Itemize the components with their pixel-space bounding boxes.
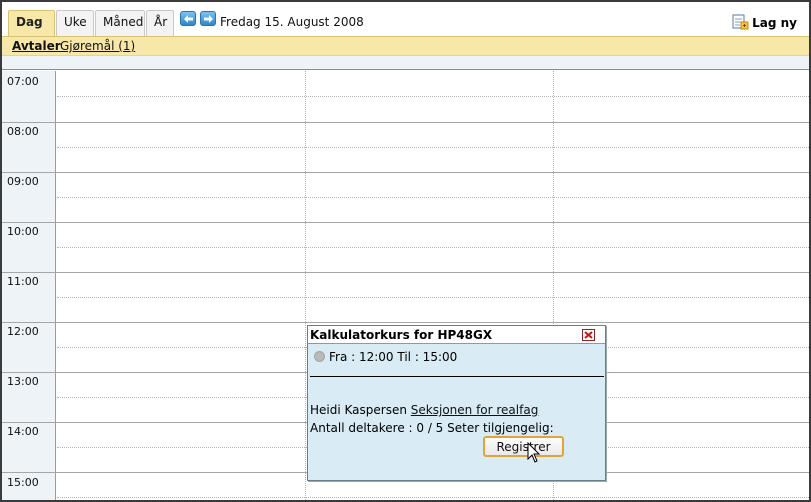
participants-text: Antall deltakere : 0 / 5 Seter tilgjenge… (310, 421, 554, 435)
hour-line (2, 122, 809, 123)
half-hour-line (57, 147, 809, 148)
tab-month[interactable]: Måned (95, 10, 145, 36)
close-icon[interactable] (582, 329, 595, 341)
hour-label: 11:00 (7, 275, 39, 288)
hour-line (2, 272, 809, 273)
tab-week[interactable]: Uke (56, 10, 94, 36)
sub-navigation: Avtaler Gjøremål (1) (2, 36, 809, 56)
half-hour-line (57, 247, 809, 248)
hour-label: 14:00 (7, 425, 39, 438)
divider (310, 376, 604, 377)
hour-line (2, 322, 809, 323)
half-hour-line (57, 197, 809, 198)
owner-department-link[interactable]: Seksjonen for realfag (411, 403, 539, 417)
half-hour-line (57, 497, 809, 498)
event-time-row: Fra : 12:00 Til : 15:00 (314, 350, 457, 364)
event-time: Fra : 12:00 Til : 15:00 (329, 350, 458, 364)
tab-day[interactable]: Dag (8, 10, 55, 37)
calendar-window: Dag Uke Måned År Fredag 15. August 2008 … (0, 0, 811, 502)
hour-label: 09:00 (7, 175, 39, 188)
all-day-row (2, 56, 809, 70)
tab-year[interactable]: År (146, 10, 174, 36)
hour-label: 08:00 (7, 125, 39, 138)
hour-line (2, 222, 809, 223)
time-column: 07:00 08:00 09:00 10:00 11:00 12:00 13:0… (2, 71, 56, 500)
hour-line (2, 172, 809, 173)
status-dot-icon (314, 351, 325, 362)
half-hour-line (57, 96, 809, 97)
arrow-left-icon[interactable] (180, 11, 196, 26)
current-date: Fredag 15. August 2008 (220, 15, 364, 29)
register-button[interactable]: Registrer (483, 436, 564, 457)
hour-label: 15:00 (7, 476, 39, 489)
new-entry-button[interactable]: Lag ny (732, 14, 797, 30)
event-popup: Kalkulatorkurs for HP48GX Fra : 12:00 Ti… (307, 325, 606, 481)
half-hour-line (57, 297, 809, 298)
hour-label: 12:00 (7, 325, 39, 338)
arrow-right-icon[interactable] (200, 11, 216, 26)
new-entry-icon (732, 14, 749, 30)
hour-label: 07:00 (7, 75, 39, 88)
calendar-toolbar: Dag Uke Måned År Fredag 15. August 2008 … (2, 2, 809, 37)
hour-label: 10:00 (7, 225, 39, 238)
column-divider (305, 71, 306, 500)
new-entry-label: Lag ny (752, 16, 797, 30)
mouse-cursor-icon (527, 442, 541, 463)
event-owner-row: Heidi Kaspersen Seksjonen for realfag (310, 403, 538, 417)
hour-label: 13:00 (7, 375, 39, 388)
subtab-appointments[interactable]: Avtaler (12, 39, 61, 53)
subtab-todos[interactable]: Gjøremål (1) (60, 39, 135, 53)
owner-name: Heidi Kaspersen (310, 403, 407, 417)
event-title: Kalkulatorkurs for HP48GX (308, 326, 605, 344)
